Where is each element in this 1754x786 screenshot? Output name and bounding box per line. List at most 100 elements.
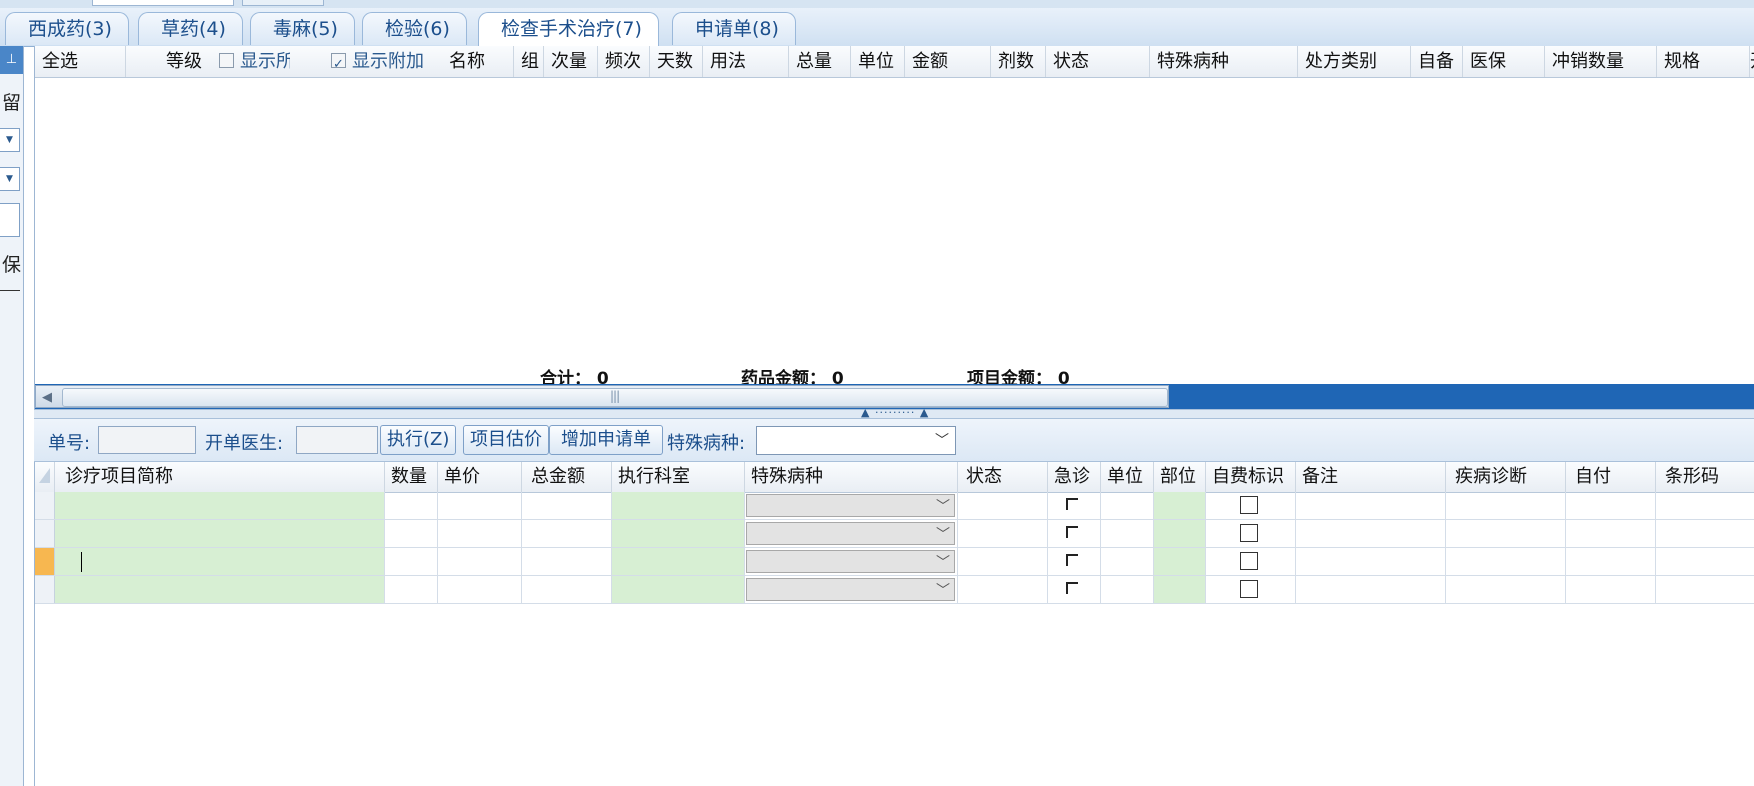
item-name-cell[interactable] — [55, 492, 385, 519]
barcode-cell[interactable] — [1656, 576, 1754, 603]
self-pay-checkbox[interactable] — [1240, 496, 1258, 514]
body-part-cell[interactable] — [1154, 548, 1206, 575]
col-self-pay-flag[interactable]: 自费标识 — [1206, 462, 1296, 492]
barcode-cell[interactable] — [1656, 520, 1754, 547]
diagnosis-cell[interactable] — [1446, 520, 1566, 547]
col-exec-dept[interactable]: 执行科室 — [612, 462, 745, 492]
diagnosis-cell[interactable] — [1446, 576, 1566, 603]
body-part-cell[interactable] — [1154, 492, 1206, 519]
col-usage[interactable]: 用法 — [703, 46, 789, 77]
left-dropdown-1[interactable]: ▼ — [0, 128, 20, 152]
col-item-name[interactable]: 诊疗项目简称 — [55, 462, 385, 492]
tab-narcotics[interactable]: 毒麻(5) — [250, 12, 355, 45]
unit-price-cell[interactable] — [438, 520, 522, 547]
col-self-pay[interactable]: 自付 — [1566, 462, 1656, 492]
exec-dept-cell[interactable] — [612, 576, 745, 603]
urgent-checkbox[interactable] — [1066, 582, 1078, 594]
estimate-button[interactable]: 项目估价 — [463, 425, 549, 455]
special-disease-select[interactable]: ﹀ — [756, 426, 956, 455]
self-pay-flag-cell[interactable] — [1206, 520, 1296, 547]
quantity-cell[interactable] — [385, 520, 438, 547]
chevron-down-icon[interactable]: ﹀ — [936, 580, 950, 600]
col-total-amount[interactable]: 总金额 — [522, 462, 612, 492]
body-part-cell[interactable] — [1154, 576, 1206, 603]
select-all-corner[interactable] — [35, 462, 55, 492]
col-barcode[interactable]: 条形码 — [1656, 462, 1754, 492]
col-special-disease[interactable]: 特殊病种 — [1150, 46, 1298, 77]
col-rx-type[interactable]: 处方类别 — [1298, 46, 1411, 77]
exec-dept-cell[interactable] — [612, 520, 745, 547]
col-remark[interactable]: 备注 — [1296, 462, 1446, 492]
add-request-button[interactable]: 增加申请单 — [549, 425, 663, 455]
special-disease-cell[interactable]: ﹀ — [745, 492, 958, 519]
diagnosis-cell[interactable] — [1446, 548, 1566, 575]
col-dose[interactable]: 次量 — [544, 46, 598, 77]
unit-price-cell[interactable] — [438, 492, 522, 519]
show-all-checkbox[interactable] — [219, 53, 234, 68]
self-pay-checkbox[interactable] — [1240, 524, 1258, 542]
unit-cell[interactable] — [1101, 548, 1154, 575]
show-extra-checkbox[interactable] — [331, 49, 346, 77]
table-row[interactable]: ﹀ — [35, 520, 1754, 548]
panel-splitter[interactable]: ▲ ········· ▲ — [34, 406, 1754, 419]
exec-dept-cell[interactable] — [612, 548, 745, 575]
total-amount-cell[interactable] — [522, 548, 612, 575]
col-urgent[interactable]: 急诊 — [1048, 462, 1101, 492]
self-pay-checkbox[interactable] — [1240, 552, 1258, 570]
col-insurance[interactable]: 医保 — [1463, 46, 1545, 77]
col-status[interactable]: 状态 — [1046, 46, 1150, 77]
special-disease-cell[interactable]: ﹀ — [745, 576, 958, 603]
self-pay-checkbox[interactable] — [1240, 580, 1258, 598]
col-days[interactable]: 天数 — [650, 46, 703, 77]
col-prescriber[interactable]: 开单 — [1750, 46, 1754, 77]
remark-cell[interactable] — [1296, 492, 1446, 519]
remark-cell[interactable] — [1296, 520, 1446, 547]
self-pay-flag-cell[interactable] — [1206, 492, 1296, 519]
barcode-cell[interactable] — [1656, 548, 1754, 575]
pin-icon[interactable]: ⊥ — [0, 46, 23, 74]
col-amount[interactable]: 金额 — [905, 46, 991, 77]
col-total[interactable]: 总量 — [789, 46, 851, 77]
left-dropdown-2[interactable]: ▼ — [0, 167, 20, 191]
special-disease-cell[interactable]: ﹀ — [745, 520, 958, 547]
col-doses[interactable]: 剂数 — [991, 46, 1046, 77]
col-frequency[interactable]: 频次 — [598, 46, 650, 77]
special-disease-combo[interactable]: ﹀ — [746, 550, 955, 573]
unit-cell[interactable] — [1101, 520, 1154, 547]
item-name-cell-editing[interactable] — [55, 548, 385, 575]
item-name-cell[interactable] — [55, 520, 385, 547]
unit-price-cell[interactable] — [438, 548, 522, 575]
table-row-active[interactable]: ﹀ — [35, 548, 1754, 576]
top-button[interactable] — [242, 0, 324, 6]
show-all-label[interactable]: 显示所有 — [182, 46, 290, 77]
row-header[interactable] — [35, 576, 55, 603]
self-pay-cell[interactable] — [1566, 548, 1656, 575]
chevron-down-icon[interactable]: ﹀ — [936, 552, 950, 572]
scrollbar-track[interactable]: ◀ ||| — [35, 385, 1169, 408]
total-amount-cell[interactable] — [522, 492, 612, 519]
special-disease-combo[interactable]: ﹀ — [746, 494, 955, 517]
row-header[interactable] — [35, 520, 55, 547]
doctor-input[interactable] — [296, 426, 378, 454]
col-special-disease-lower[interactable]: 特殊病种 — [745, 462, 958, 492]
col-unit-lower[interactable]: 单位 — [1101, 462, 1154, 492]
order-no-input[interactable] — [98, 426, 196, 454]
row-header[interactable] — [35, 492, 55, 519]
col-self-prep[interactable]: 自备 — [1411, 46, 1463, 77]
special-disease-combo[interactable]: ﹀ — [746, 578, 955, 601]
table-row[interactable]: ﹀ — [35, 576, 1754, 604]
row-header-selected[interactable] — [35, 548, 55, 575]
tab-lab-tests[interactable]: 检验(6) — [362, 12, 467, 45]
tab-western-medicine[interactable]: 西成药(3) — [5, 12, 129, 45]
item-name-cell[interactable] — [55, 576, 385, 603]
show-extra-label[interactable]: 显示附加 — [297, 46, 427, 77]
col-name[interactable]: 名称 — [409, 46, 514, 77]
col-offset-qty[interactable]: 冲销数量 — [1545, 46, 1657, 77]
self-pay-cell[interactable] — [1566, 492, 1656, 519]
total-amount-cell[interactable] — [522, 520, 612, 547]
chevron-down-icon[interactable]: ﹀ — [935, 430, 949, 450]
urgent-checkbox[interactable] — [1066, 526, 1078, 538]
urgent-cell[interactable] — [1048, 576, 1101, 603]
exec-dept-cell[interactable] — [612, 492, 745, 519]
quantity-cell[interactable] — [385, 576, 438, 603]
